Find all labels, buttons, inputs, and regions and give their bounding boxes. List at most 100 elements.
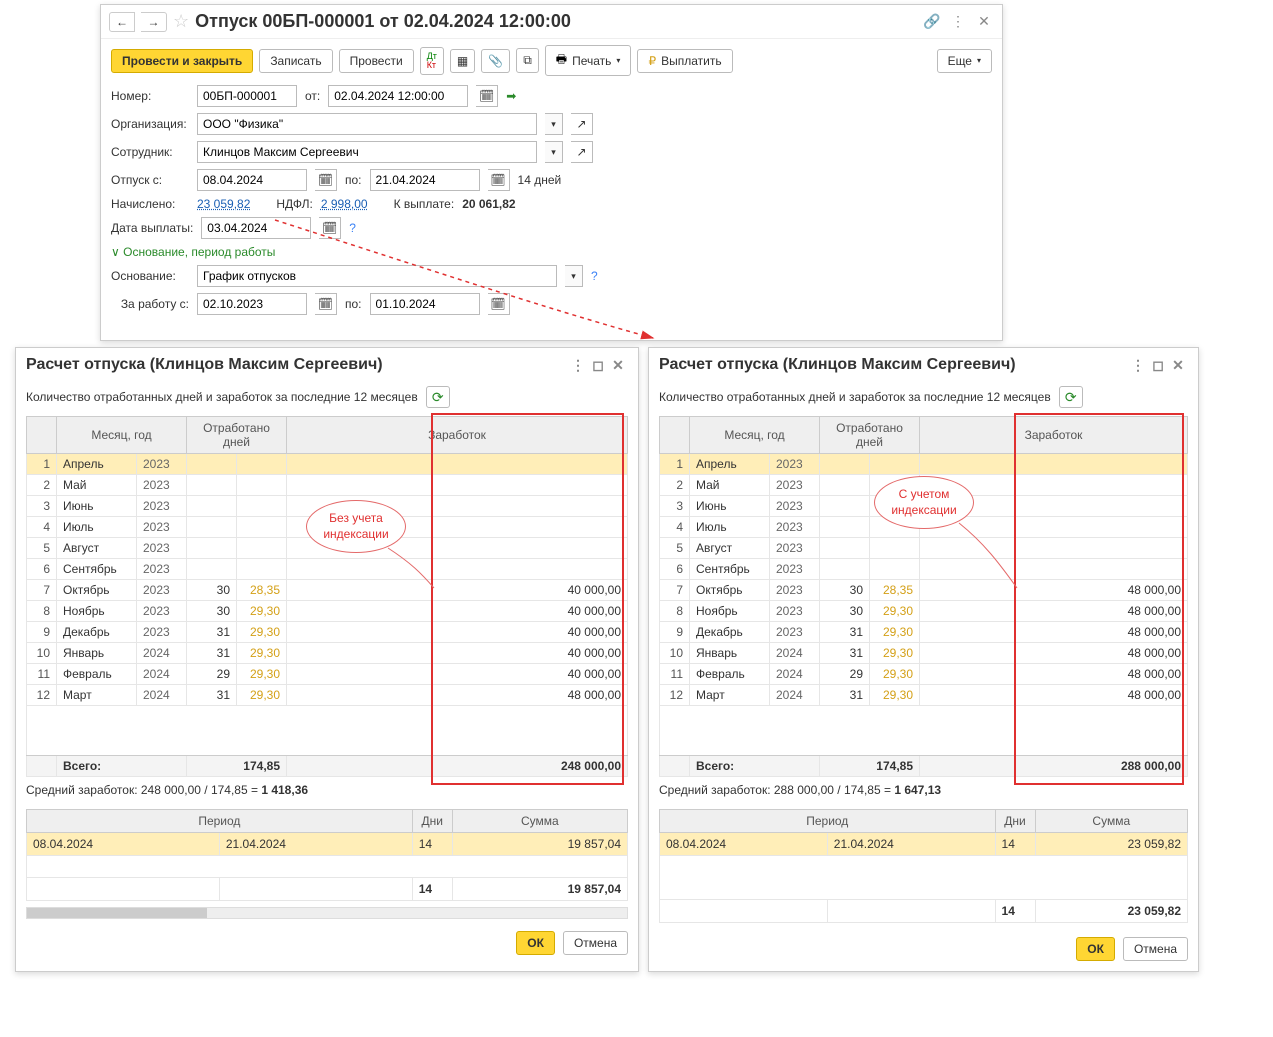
employee-input[interactable]	[197, 141, 537, 163]
calc-title: Расчет отпуска (Клинцов Максим Сергеевич…	[26, 356, 383, 374]
work-to-input[interactable]	[370, 293, 480, 315]
table-row[interactable]: 7Октябрь20233028,3548 000,00	[660, 580, 1188, 601]
callout-left: Без учетаиндексации	[306, 500, 406, 553]
work-to-calendar-button[interactable]: 🗓	[488, 293, 510, 315]
post-and-close-button[interactable]: Провести и закрыть	[111, 49, 253, 73]
write-button[interactable]: Записать	[259, 49, 332, 73]
horizontal-scrollbar[interactable]	[26, 907, 628, 919]
basis-help-icon[interactable]: ?	[591, 269, 598, 283]
post-button[interactable]: Провести	[339, 49, 414, 73]
refresh-button[interactable]: ⟳	[426, 386, 450, 408]
nav-back-button[interactable]: ←	[109, 12, 135, 32]
basis-input[interactable]	[197, 265, 557, 287]
goto-arrow-icon[interactable]: ➡	[506, 89, 516, 103]
employee-label: Сотрудник:	[111, 145, 189, 159]
vacation-from-calendar-button[interactable]: 🗓	[315, 169, 337, 191]
attachment-button[interactable]: 📎	[481, 49, 510, 73]
kebab-menu-icon[interactable]: ⋮	[948, 13, 968, 30]
number-label: Номер:	[111, 89, 189, 103]
nav-forward-button[interactable]: →	[141, 12, 167, 32]
ok-button[interactable]: ОК	[516, 931, 555, 955]
accrued-link[interactable]: 23 059,82	[197, 197, 250, 211]
total-earn-left: 248 000,00	[287, 756, 628, 777]
refresh-button[interactable]: ⟳	[1059, 386, 1083, 408]
calc-close-icon[interactable]: ✕	[1168, 357, 1188, 374]
org-label: Организация:	[111, 117, 189, 131]
paydate-input[interactable]	[201, 217, 311, 239]
callout-right: С учетоминдексации	[874, 476, 974, 529]
favorite-star-icon[interactable]: ☆	[173, 11, 189, 32]
average-text-left: Средний заработок: 248 000,00 / 174,85 =…	[16, 777, 638, 803]
accrued-label: Начислено:	[111, 197, 189, 211]
calc-maximize-icon[interactable]: ◻	[588, 357, 608, 374]
calc-maximize-icon[interactable]: ◻	[1148, 357, 1168, 374]
pay-button[interactable]: ₽ Выплатить	[637, 49, 732, 73]
org-input[interactable]	[197, 113, 537, 135]
table-row[interactable]: 9Декабрь20233129,3040 000,00	[27, 622, 628, 643]
table-row[interactable]: 10Январь20243129,3048 000,00	[660, 643, 1188, 664]
paydate-calendar-button[interactable]: 🗓	[319, 217, 341, 239]
more-button[interactable]: Еще ▾	[937, 49, 992, 73]
table-row[interactable]: 6Сентябрь2023	[27, 559, 628, 580]
table-row[interactable]: 12Март20243129,3048 000,00	[27, 685, 628, 706]
dtkt-button[interactable]: ДтКт	[420, 47, 444, 75]
topay-label: К выплате:	[394, 197, 455, 211]
titlebar: ← → ☆ Отпуск 00БП-000001 от 02.04.2024 1…	[101, 5, 1002, 39]
expand-basis-link[interactable]: ∨ Основание, период работы	[111, 245, 275, 259]
calc-subtitle-right: Количество отработанных дней и заработок…	[659, 390, 1051, 404]
calc-kebab-icon[interactable]: ⋮	[1128, 357, 1148, 374]
table-row[interactable]: 7Октябрь20233028,3540 000,00	[27, 580, 628, 601]
table-row[interactable]: 8Ноябрь20233029,3040 000,00	[27, 601, 628, 622]
average-text-right: Средний заработок: 288 000,00 / 174,85 =…	[649, 777, 1198, 803]
paydate-help-icon[interactable]: ?	[349, 221, 356, 235]
ok-button[interactable]: ОК	[1076, 937, 1115, 961]
table-row[interactable]: 9Декабрь20233129,3048 000,00	[660, 622, 1188, 643]
work-from-calendar-button[interactable]: 🗓	[315, 293, 337, 315]
close-icon[interactable]: ✕	[974, 13, 994, 30]
work-to-label: по:	[345, 297, 362, 311]
employee-dropdown-button[interactable]: ▾	[545, 141, 563, 163]
related-button[interactable]: ⧉	[516, 48, 539, 73]
date-input[interactable]	[328, 85, 468, 107]
vacation-document-window: ← → ☆ Отпуск 00БП-000001 от 02.04.2024 1…	[100, 4, 1003, 341]
vacation-to-calendar-button[interactable]: 🗓	[488, 169, 510, 191]
total-days: 174,85	[187, 756, 287, 777]
employee-open-button[interactable]: ↗	[571, 141, 593, 163]
ndfl-label: НДФЛ:	[276, 197, 312, 211]
table-row[interactable]: 11Февраль20242929,3040 000,00	[27, 664, 628, 685]
calc-subtitle: Количество отработанных дней и заработок…	[26, 390, 418, 404]
table-row[interactable]: 6Сентябрь2023	[660, 559, 1188, 580]
col-month: Месяц, год	[57, 417, 187, 454]
vacation-from-label: Отпуск с:	[111, 173, 189, 187]
basis-dropdown-button[interactable]: ▾	[565, 265, 583, 287]
date-calendar-button[interactable]: 🗓	[476, 85, 498, 107]
calc-title-right: Расчет отпуска (Клинцов Максим Сергеевич…	[659, 356, 1016, 374]
calc-close-icon[interactable]: ✕	[608, 357, 628, 374]
work-from-input[interactable]	[197, 293, 307, 315]
days-text: 14 дней	[518, 173, 562, 187]
table-row[interactable]: 5Август2023	[660, 538, 1188, 559]
table-row[interactable]: 11Февраль20242929,3048 000,00	[660, 664, 1188, 685]
org-dropdown-button[interactable]: ▾	[545, 113, 563, 135]
table-row[interactable]: 1Апрель2023	[27, 454, 628, 475]
ndfl-link[interactable]: 2 998,00	[321, 197, 368, 211]
period-table-left: Период Дни Сумма 08.04.2024 21.04.2024 1…	[26, 809, 628, 901]
link-icon[interactable]: 🔗	[922, 13, 942, 30]
table-row[interactable]: 1Апрель2023	[660, 454, 1188, 475]
vacation-to-input[interactable]	[370, 169, 480, 191]
table-row[interactable]: 8Ноябрь20233029,3048 000,00	[660, 601, 1188, 622]
cancel-button[interactable]: Отмена	[1123, 937, 1188, 961]
table-row[interactable]: 12Март20243129,3048 000,00	[660, 685, 1188, 706]
vacation-from-input[interactable]	[197, 169, 307, 191]
toolbar: Провести и закрыть Записать Провести ДтК…	[101, 39, 1002, 82]
table-row[interactable]: 2Май2023	[27, 475, 628, 496]
number-input[interactable]	[197, 85, 297, 107]
calc-kebab-icon[interactable]: ⋮	[568, 357, 588, 374]
print-button[interactable]: 🖶 Печать ▾	[545, 45, 632, 76]
cancel-button[interactable]: Отмена	[563, 931, 628, 955]
org-open-button[interactable]: ↗	[571, 113, 593, 135]
form-icon-button[interactable]: ▦	[450, 49, 475, 73]
table-row[interactable]: 10Январь20243129,3040 000,00	[27, 643, 628, 664]
calculation-window-without-indexation: Расчет отпуска (Клинцов Максим Сергеевич…	[15, 347, 639, 972]
col-earn: Заработок	[287, 417, 628, 454]
